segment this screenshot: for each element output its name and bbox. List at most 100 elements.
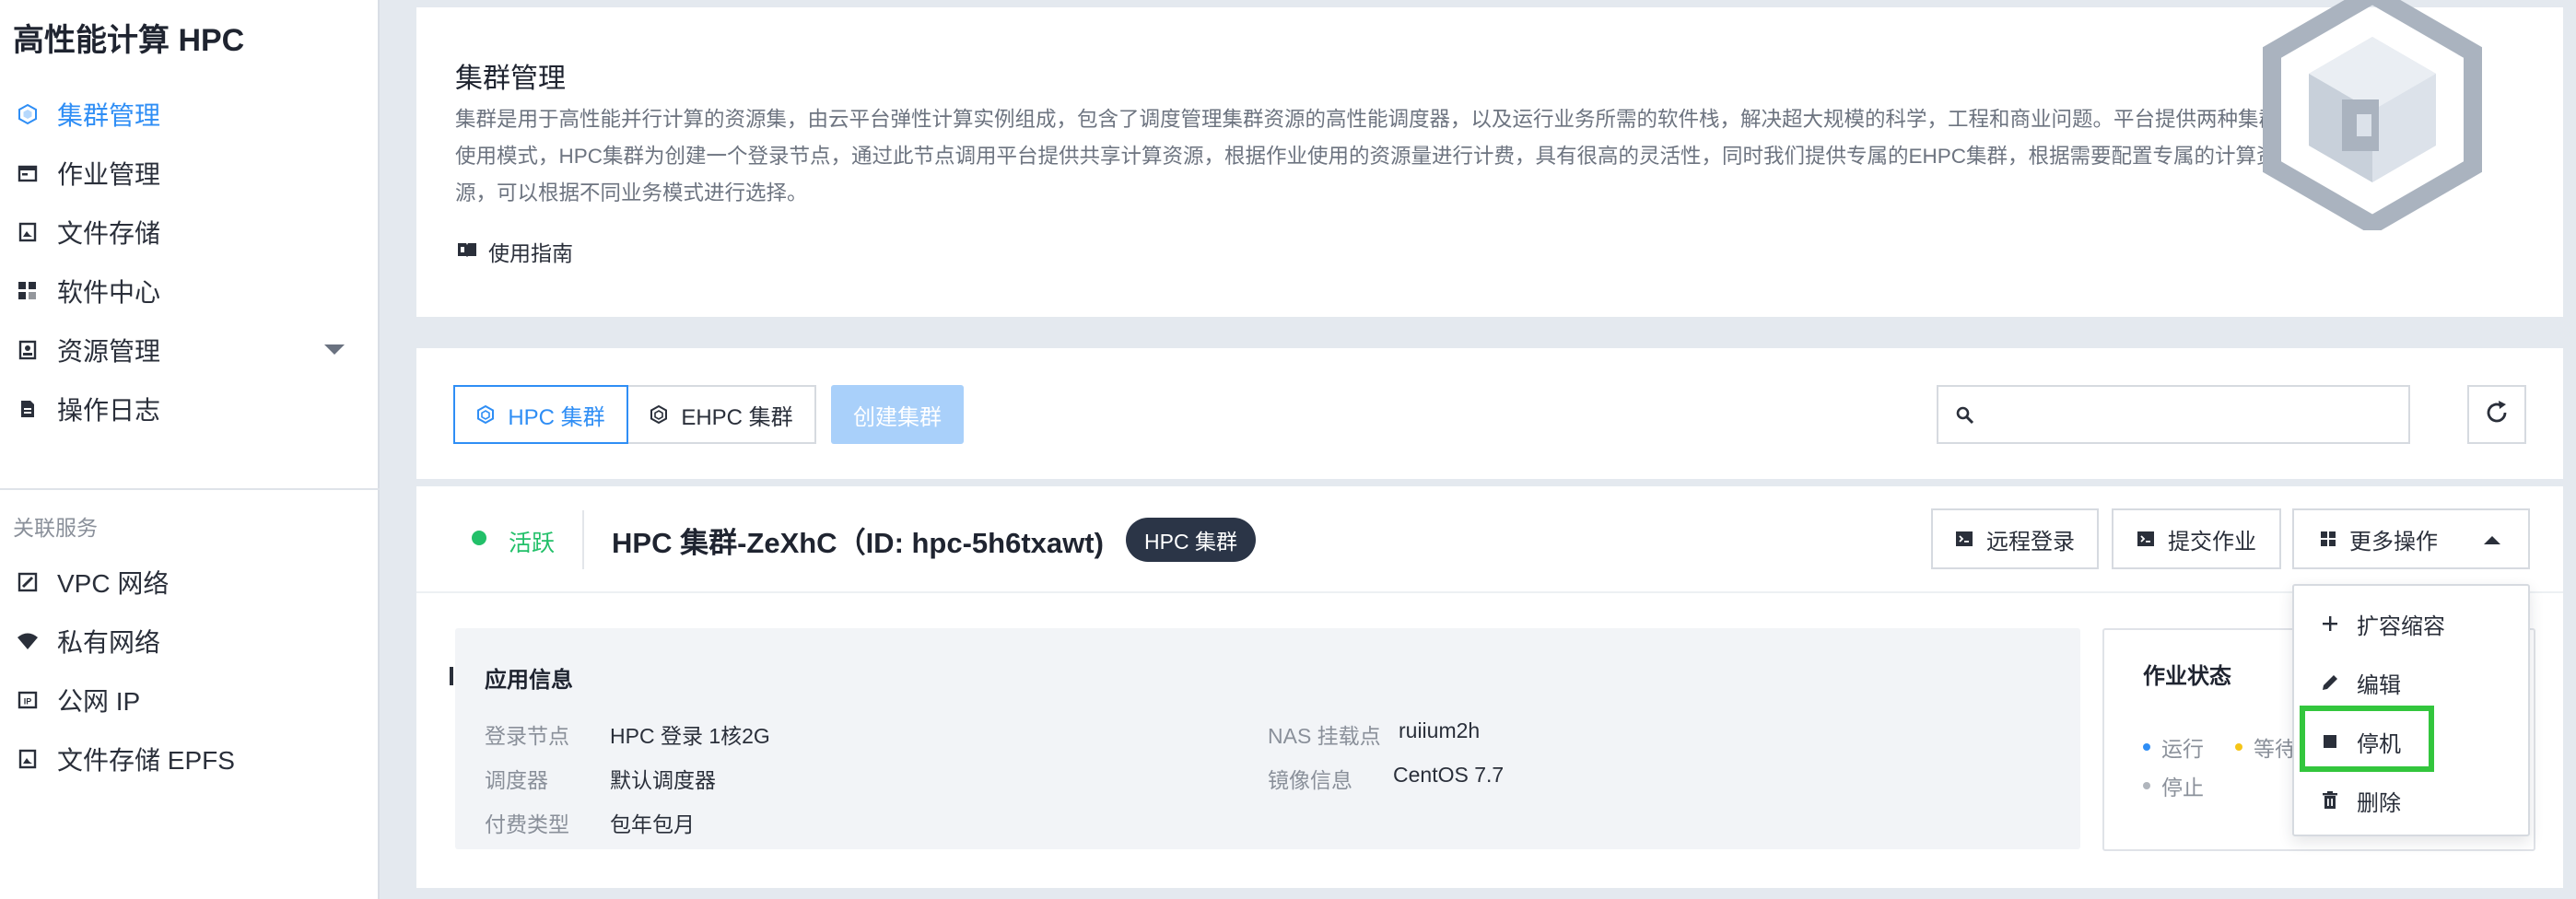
wifi-icon (15, 628, 41, 654)
legend-stopped: 停止 (2143, 770, 2204, 801)
app-title: 高性能计算 HPC (13, 23, 245, 58)
epfs-icon (15, 746, 41, 772)
section-marker (450, 667, 453, 685)
hexagon-icon (476, 405, 495, 424)
menu-item-stop[interactable]: 停机 (2294, 713, 2528, 770)
menu-item-delete[interactable]: 删除 (2294, 772, 2528, 829)
file-storage-icon (15, 219, 41, 245)
cluster-card: 活跃 HPC 集群-ZeXhC（ID: hpc-5h6txawt) HPC 集群… (416, 486, 2563, 888)
create-cluster-button[interactable]: 创建集群 (831, 385, 964, 444)
pencil-icon (2320, 673, 2340, 692)
tab-hpc-cluster[interactable]: HPC 集群 (453, 385, 628, 444)
chevron-up-icon (2484, 536, 2500, 544)
field-value: ruiium2h (1399, 718, 1481, 742)
legend-dot (2143, 743, 2150, 751)
remote-login-button[interactable]: 远程登录 (1931, 508, 2099, 569)
nas-mount-row: NAS 挂载点 ruiium2h (1268, 718, 1480, 750)
intro-description: 集群是用于高性能并行计算的资源集，由云平台弹性计算实例组成，包含了调度管理集群资… (455, 108, 2280, 204)
user-guide-label: 使用指南 (488, 241, 573, 265)
status-dot (472, 531, 486, 545)
cluster-card-header: 活跃 HPC 集群-ZeXhC（ID: hpc-5h6txawt) HPC 集群… (416, 486, 2563, 593)
app-root: 高性能计算 HPC 集群管理 作业管理 文件存储 软件中心 资源管理 操作日志 … (0, 0, 2576, 899)
scheduler-row: 调度器 默认调度器 (485, 763, 716, 794)
menu-item-scale[interactable]: 扩容缩容 (2294, 595, 2528, 652)
cluster-status: 活跃 (509, 531, 556, 556)
menu-item-edit[interactable]: 编辑 (2294, 654, 2528, 711)
sidebar-item-cluster-management[interactable]: 集群管理 (0, 85, 378, 144)
sidebar-nav: 集群管理 作业管理 文件存储 软件中心 资源管理 操作日志 (0, 85, 378, 438)
plus-icon (2320, 615, 2340, 632)
document-icon (15, 396, 41, 422)
sidebar-item-operation-log[interactable]: 操作日志 (0, 379, 378, 438)
sidebar-item-file-storage[interactable]: 文件存储 (0, 203, 378, 262)
sidebar-item-resource-management[interactable]: 资源管理 (0, 321, 378, 379)
cluster-hero-illustration (2263, 0, 2482, 230)
field-value: 包年包月 (610, 812, 695, 836)
more-actions-button[interactable]: 更多操作 (2292, 508, 2530, 569)
section-title: 作业状态 (2143, 664, 2231, 689)
terminal-icon (2137, 530, 2155, 548)
job-icon (15, 160, 41, 186)
stop-icon (2320, 734, 2340, 749)
sidebar-item-job-management[interactable]: 作业管理 (0, 144, 378, 203)
legend-running: 运行 (2143, 731, 2204, 763)
search-input[interactable] (1986, 396, 2392, 433)
sidebar-item-epfs[interactable]: 文件存储 EPFS (0, 730, 378, 788)
vpc-icon (15, 569, 41, 595)
user-guide-link[interactable]: 使用指南 (457, 236, 573, 267)
tab-ehpc-cluster[interactable]: EHPC 集群 (626, 385, 816, 444)
cluster-type-badge: HPC 集群 (1126, 518, 1256, 562)
refresh-icon (2483, 399, 2511, 431)
submit-job-button[interactable]: 提交作业 (2112, 508, 2281, 569)
section-title: 应用信息 (485, 668, 573, 693)
ip-icon: IP (15, 687, 41, 713)
field-label: NAS 挂载点 (1268, 724, 1381, 748)
application-info-section: 应用信息 登录节点 HPC 登录 1核2G 调度器 默认调度器 付费类型 包年包… (450, 628, 2080, 849)
sidebar-item-label: 操作日志 (57, 396, 161, 425)
field-value: CentOS 7.7 (1393, 763, 1505, 787)
book-icon (457, 240, 477, 263)
trash-icon (2320, 791, 2340, 810)
resource-icon (15, 337, 41, 363)
cluster-name: HPC 集群-ZeXhC（ID: hpc-5h6txawt) (612, 527, 1104, 559)
terminal-icon (1955, 530, 1973, 548)
svg-text:IP: IP (24, 697, 32, 706)
sidebar-item-label: VPC 网络 (57, 569, 170, 598)
related-services-nav: VPC 网络 私有网络 IP 公网 IP 文件存储 EPFS (0, 553, 378, 788)
login-node-row: 登录节点 HPC 登录 1核2G (485, 718, 770, 750)
search-icon (1955, 405, 1975, 430)
legend-dot (2235, 743, 2242, 751)
menu-item-label: 停机 (2357, 731, 2401, 757)
sidebar-item-public-ip[interactable]: IP 公网 IP (0, 671, 378, 730)
legend-dot (2143, 782, 2150, 789)
button-label: 提交作业 (2168, 529, 2256, 555)
grid-icon (15, 278, 41, 304)
legend-label: 停止 (2161, 776, 2204, 800)
hexagon-cube-icon (15, 101, 41, 127)
legend-label: 运行 (2161, 737, 2204, 761)
hexagon-icon (650, 405, 668, 424)
button-label: 远程登录 (1986, 529, 2075, 555)
refresh-button[interactable] (2467, 385, 2526, 444)
more-actions-menu: 扩容缩容 编辑 停机 删除 (2292, 584, 2530, 836)
sidebar-item-software-center[interactable]: 软件中心 (0, 262, 378, 321)
field-label: 登录节点 (485, 724, 569, 748)
related-services-label: 关联服务 (13, 516, 98, 540)
menu-item-label: 扩容缩容 (2357, 613, 2445, 639)
legend-waiting: 等待 (2235, 731, 2296, 763)
sidebar-item-label: 文件存储 (57, 219, 161, 248)
search-field[interactable] (1937, 385, 2410, 444)
divider (582, 510, 584, 569)
chevron-down-icon[interactable] (324, 344, 345, 355)
cluster-toolbar: HPC 集群 EHPC 集群 创建集群 (416, 348, 2563, 479)
page-title: 集群管理 (455, 64, 566, 94)
button-label: 更多操作 (2349, 529, 2438, 555)
sidebar-item-label: 文件存储 EPFS (57, 746, 235, 775)
sidebar-item-vpc[interactable]: VPC 网络 (0, 553, 378, 612)
sidebar-item-private-network[interactable]: 私有网络 (0, 612, 378, 671)
sidebar-item-label: 资源管理 (57, 337, 161, 366)
menu-item-label: 删除 (2357, 790, 2401, 816)
field-label: 调度器 (485, 768, 548, 792)
menu-item-label: 编辑 (2357, 672, 2401, 698)
sidebar-divider (0, 488, 380, 490)
